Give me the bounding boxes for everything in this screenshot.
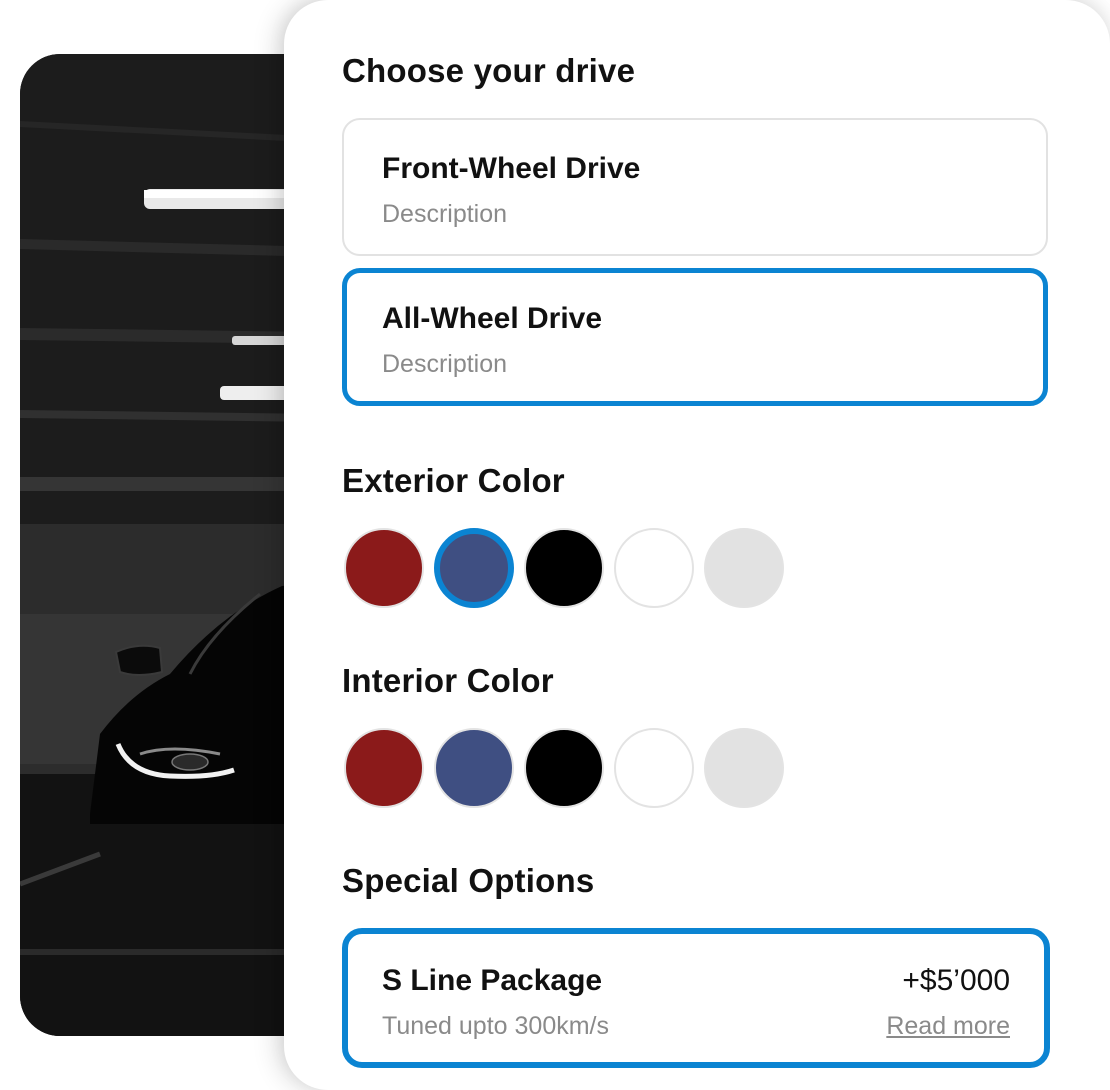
drive-option-all-wheel[interactable]: All-Wheel Drive Description <box>342 268 1048 406</box>
interior-swatch-black[interactable] <box>524 728 604 808</box>
special-option-name: S Line Package <box>382 964 603 997</box>
drive-option-front-wheel[interactable]: Front-Wheel Drive Description <box>342 118 1048 256</box>
drive-option-name: Front-Wheel Drive <box>382 152 641 185</box>
drive-option-description: Description <box>382 200 508 228</box>
interior-swatch-light-gray[interactable] <box>704 728 784 808</box>
special-option-price: +$5’000 <box>902 964 1010 997</box>
special-option-description: Tuned upto 300km/s <box>382 1012 609 1040</box>
interior-swatch-white[interactable] <box>614 728 694 808</box>
read-more-link[interactable]: Read more <box>886 1012 1010 1041</box>
interior-color-swatches <box>344 728 804 810</box>
drive-section-title: Choose your drive <box>342 52 636 89</box>
interior-swatch-red[interactable] <box>344 728 424 808</box>
configurator-panel: Choose your drive Front-Wheel Drive Desc… <box>284 0 1110 1090</box>
special-option-s-line[interactable]: S Line Package Tuned upto 300km/s +$5’00… <box>342 928 1050 1068</box>
exterior-color-swatches <box>344 528 804 610</box>
exterior-swatch-red[interactable] <box>344 528 424 608</box>
exterior-swatch-white[interactable] <box>614 528 694 608</box>
drive-option-description: Description <box>382 350 508 378</box>
interior-color-title: Interior Color <box>342 662 554 699</box>
exterior-swatch-blue[interactable] <box>434 528 514 608</box>
exterior-swatch-black[interactable] <box>524 528 604 608</box>
interior-swatch-blue[interactable] <box>434 728 514 808</box>
special-options-title: Special Options <box>342 862 595 899</box>
exterior-color-title: Exterior Color <box>342 462 565 499</box>
exterior-swatch-light-gray[interactable] <box>704 528 784 608</box>
drive-option-name: All-Wheel Drive <box>382 302 603 335</box>
